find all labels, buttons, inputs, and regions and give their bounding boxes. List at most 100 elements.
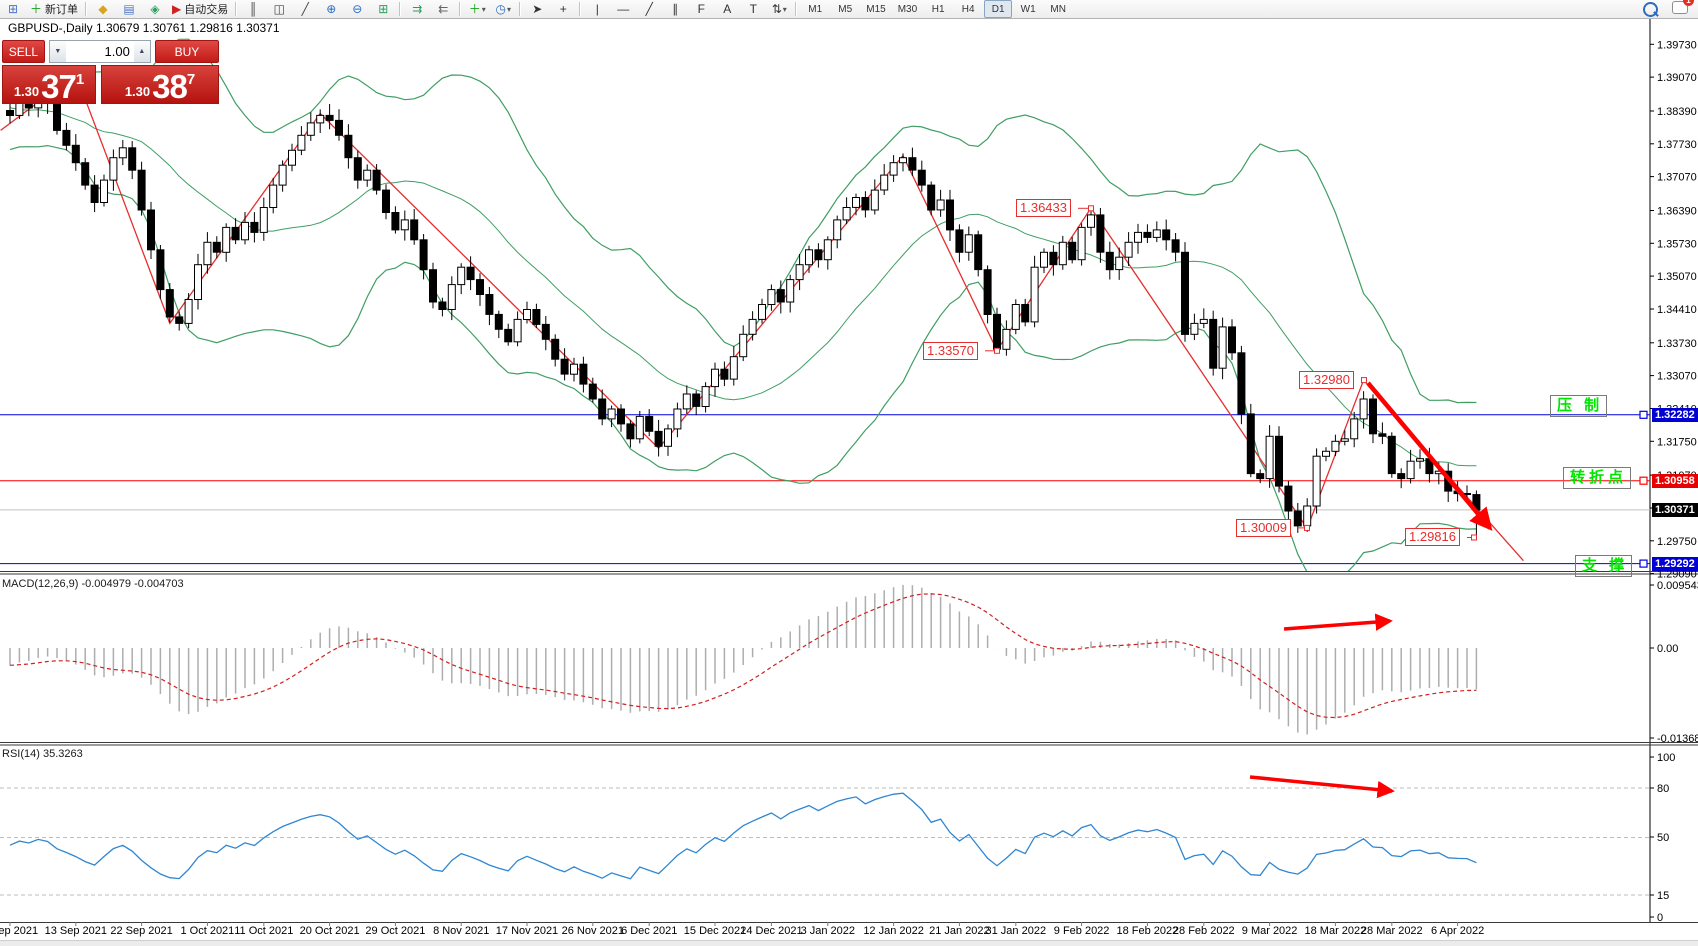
chart-window-icon: ⊞ [8, 3, 18, 15]
indicators-icon: ＋ [469, 3, 481, 15]
price-callout-label[interactable]: 1.30009 [1236, 519, 1291, 537]
chevron-down-icon[interactable]: ▾ [507, 5, 511, 14]
svg-text:21 Jan 2022: 21 Jan 2022 [929, 925, 990, 937]
text-icon[interactable]: A [715, 0, 739, 18]
bar-chart-icon[interactable]: ║ [241, 0, 265, 18]
svg-text:1.37730: 1.37730 [1657, 139, 1697, 151]
trend-arrow [1368, 383, 1490, 528]
chat-icon[interactable]: 1 [1672, 1, 1688, 17]
horizontal-line-icon: — [617, 3, 629, 15]
volume-up-button[interactable]: ▲ [134, 41, 150, 62]
sell-price-big: 37 [41, 72, 76, 102]
volume-stepper: ▼ ▲ [49, 40, 151, 63]
horizontal-line-icon[interactable]: — [611, 0, 635, 18]
svg-text:1.36390: 1.36390 [1657, 206, 1697, 218]
svg-text:29 Oct 2021: 29 Oct 2021 [365, 925, 425, 937]
chevron-down-icon[interactable]: ▾ [482, 5, 486, 14]
volume-input[interactable] [66, 41, 134, 62]
vertical-line-icon[interactable]: | [585, 0, 609, 18]
chart-shift-icon: ⇇ [438, 3, 448, 15]
buy-price-quote[interactable]: 1.30387 [101, 65, 219, 104]
volume-down-button[interactable]: ▼ [50, 41, 66, 62]
sell-price-quote[interactable]: 1.30371 [2, 65, 96, 104]
svg-text:0: 0 [1657, 912, 1663, 924]
axis-price-label: 1.30958 [1652, 474, 1698, 488]
zoom-in-icon[interactable]: ⊕ [319, 0, 343, 18]
line-handle [1640, 560, 1647, 567]
chart-window-icon[interactable]: ⊞ [1, 0, 25, 18]
navigator-icon[interactable]: ◈ [143, 0, 167, 18]
candle-chart-icon: ◫ [274, 3, 285, 15]
timeframe-button-mn[interactable]: MN [1044, 0, 1072, 18]
svg-text:18 Feb 2022: 18 Feb 2022 [1117, 925, 1179, 937]
timeframe-button-h1[interactable]: H1 [924, 0, 952, 18]
toolbar-separator [795, 2, 797, 16]
svg-text:1 Oct 2021: 1 Oct 2021 [180, 925, 234, 937]
text-label-icon[interactable]: T [741, 0, 765, 18]
arrows-icon: ⇅ [772, 3, 782, 15]
price-chart-canvas[interactable]: 1.397301.390701.383901.377301.370701.363… [0, 0, 1698, 945]
zoom-out-icon[interactable]: ⊖ [345, 0, 369, 18]
tile-windows-icon[interactable]: ⊞ [371, 0, 395, 18]
rsi-line [10, 793, 1476, 879]
new-order-button[interactable]: ＋新订单 [27, 0, 81, 18]
timeframe-button-m15[interactable]: M15 [861, 0, 890, 18]
timeframe-button-m5[interactable]: M5 [831, 0, 859, 18]
autotrading-button-label: 自动交易 [184, 1, 228, 17]
arrows-icon[interactable]: ⇅▾ [767, 0, 791, 18]
timeframe-button-w1[interactable]: W1 [1014, 0, 1042, 18]
chart-shift-icon[interactable]: ⇇ [431, 0, 455, 18]
price-callout-label[interactable]: 1.33570 [923, 342, 978, 360]
text-icon: A [723, 3, 731, 15]
line-chart-icon[interactable]: ╱ [293, 0, 317, 18]
toolbar-separator [579, 2, 581, 16]
bar-chart-icon: ║ [249, 3, 258, 15]
rsi-indicator-label: RSI(14) 35.3263 [2, 748, 83, 760]
timeframe-button-d1[interactable]: D1 [984, 0, 1012, 18]
buy-price-big: 38 [152, 72, 187, 102]
indicators-icon[interactable]: ＋▾ [465, 0, 489, 18]
channel-icon[interactable]: ∥ [663, 0, 687, 18]
search-icon[interactable] [1643, 2, 1658, 17]
autotrading-button[interactable]: ▶自动交易 [169, 0, 231, 18]
candle-chart-icon[interactable]: ◫ [267, 0, 291, 18]
turning-point-label[interactable]: 转折点 [1563, 467, 1631, 489]
new-order-button: ＋ [30, 3, 42, 15]
trendline-icon[interactable]: ╱ [637, 0, 661, 18]
resistance-label[interactable]: 压 制 [1550, 395, 1607, 417]
buy-button[interactable]: BUY [155, 40, 219, 63]
crosshair-icon[interactable]: + [551, 0, 575, 18]
channel-icon: ∥ [672, 3, 678, 15]
svg-text:1.38390: 1.38390 [1657, 106, 1697, 118]
price-callout-label[interactable]: 1.32980 [1299, 371, 1354, 389]
window-bottom-edge [0, 940, 1698, 946]
periods-icon: ◷ [496, 3, 506, 15]
timeframe-button-m30[interactable]: M30 [893, 0, 922, 18]
market-watch-icon[interactable]: ◆ [91, 0, 115, 18]
svg-text:6 Apr 2022: 6 Apr 2022 [1431, 925, 1484, 937]
price-callout-label[interactable]: 1.36433 [1016, 199, 1071, 217]
fibonacci-icon[interactable]: F [689, 0, 713, 18]
price-callout-label[interactable]: 1.29816 [1405, 528, 1460, 546]
svg-text:11 Oct 2021: 11 Oct 2021 [234, 925, 293, 937]
buy-price-prefix: 1.30 [125, 84, 150, 99]
cursor-icon[interactable]: ➤ [525, 0, 549, 18]
chevron-down-icon[interactable]: ▾ [783, 5, 787, 14]
svg-text:18 Mar 2022: 18 Mar 2022 [1305, 925, 1367, 937]
sell-price-pip: 1 [76, 71, 84, 88]
support-label[interactable]: 支 撑 [1575, 555, 1632, 577]
timeframe-button-h4[interactable]: H4 [954, 0, 982, 18]
fibonacci-icon: F [698, 3, 705, 15]
zoom-out-icon: ⊖ [352, 3, 362, 15]
svg-text:1.29750: 1.29750 [1657, 536, 1697, 548]
auto-scroll-icon[interactable]: ⇉ [405, 0, 429, 18]
data-window-icon[interactable]: ▤ [117, 0, 141, 18]
svg-text:9 Feb 2022: 9 Feb 2022 [1054, 925, 1110, 937]
timeframe-button-m1[interactable]: M1 [801, 0, 829, 18]
svg-text:3 Jan 2022: 3 Jan 2022 [801, 925, 855, 937]
svg-text:1.39730: 1.39730 [1657, 39, 1697, 51]
periods-icon[interactable]: ◷▾ [491, 0, 515, 18]
sell-button[interactable]: SELL [2, 40, 45, 63]
svg-text:24 Dec 2021: 24 Dec 2021 [740, 925, 802, 937]
svg-text:1.37070: 1.37070 [1657, 172, 1697, 184]
